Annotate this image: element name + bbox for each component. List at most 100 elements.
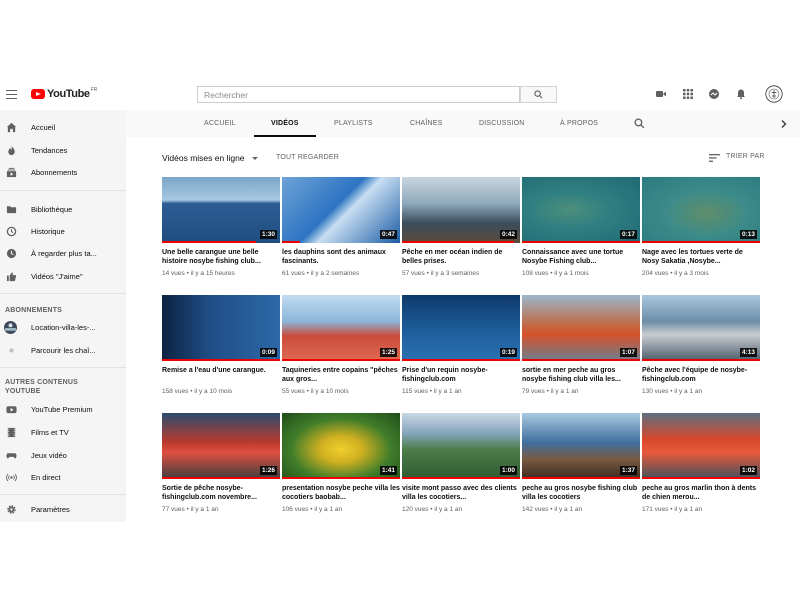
upload-age: il y a 15 heures	[190, 270, 235, 277]
video-title[interactable]: Pêche en mer océan indien de belles pris…	[402, 248, 520, 266]
upload-age: il y a 1 mois	[554, 270, 589, 277]
video-duration: 1:25	[379, 348, 397, 357]
messages-icon[interactable]	[708, 88, 720, 100]
video-title[interactable]: Connaissance avec une tortue Nosybe Fish…	[522, 248, 640, 266]
sort-by-button[interactable]: TRIER PAR	[726, 153, 765, 160]
tab-about[interactable]: À PROPOS	[560, 120, 598, 127]
sidebar-item-history[interactable]: Historique	[0, 222, 126, 242]
view-count: 14 vues	[162, 270, 185, 277]
apps-icon[interactable]	[682, 88, 694, 100]
video-thumbnail[interactable]: 0:09	[162, 295, 280, 361]
watch-progress-bar	[282, 241, 300, 243]
chevron-right-icon[interactable]	[781, 120, 787, 128]
youtube-logo[interactable]: YouTube FR	[31, 87, 98, 100]
gear-icon	[7, 505, 16, 514]
view-count: 115 vues	[402, 388, 428, 395]
sidebar-item-games[interactable]: Jeux vidéo	[0, 446, 126, 466]
sidebar-item-films-tv[interactable]: Films et TV	[0, 423, 126, 443]
tab-home[interactable]: ACCUEIL	[204, 120, 236, 127]
channel-main: ACCUEIL VIDÉOS PLAYLISTS CHAÎNES DISCUSS…	[126, 110, 800, 522]
sidebar-item-home[interactable]: Accueil	[0, 118, 126, 138]
sidebar-item-trending[interactable]: Tendances	[0, 141, 126, 161]
video-title[interactable]: les dauphins sont des animaux fascinants…	[282, 248, 400, 266]
video-thumbnail[interactable]: 4:13	[642, 295, 760, 361]
video-title[interactable]: Prise d'un requin nosybe-fishingclub.com	[402, 366, 520, 384]
video-title[interactable]: Sortie de pêche nosybe-fishingclub.com n…	[162, 484, 280, 502]
history-icon	[6, 226, 17, 237]
video-thumbnail[interactable]: 0:42	[402, 177, 520, 243]
home-icon	[6, 122, 17, 133]
video-duration: 1:30	[259, 230, 277, 239]
video-duration: 0:47	[379, 230, 397, 239]
sidebar-item-label: Abonnements	[31, 168, 78, 177]
view-count: 171 vues	[642, 506, 669, 513]
uploads-sort-dropdown[interactable]: Vidéos mises en ligne	[162, 153, 245, 163]
menu-icon[interactable]	[6, 90, 17, 99]
youtube-play-icon	[31, 89, 45, 99]
tab-videos[interactable]: VIDÉOS	[271, 120, 299, 127]
video-title[interactable]: visite mont passo avec des clients villa…	[402, 484, 520, 502]
sidebar-item-library[interactable]: Bibliothèque	[0, 200, 126, 220]
account-avatar[interactable]	[765, 85, 783, 103]
sidebar: Accueil Tendances Abonnements Bibliothèq…	[0, 110, 126, 522]
sidebar-item-subscriptions[interactable]: Abonnements	[0, 163, 126, 183]
watch-all-button[interactable]: TOUT REGARDER	[276, 154, 339, 161]
video-thumbnail[interactable]: 1:37	[522, 413, 640, 479]
video-title[interactable]: Nage avec les tortues verte de Nosy Saka…	[642, 248, 760, 266]
search-button[interactable]	[520, 86, 557, 103]
tab-playlists[interactable]: PLAYLISTS	[334, 120, 373, 127]
video-thumbnail[interactable]: 1:30	[162, 177, 280, 243]
video-title[interactable]: Pêche avec l'équipe de nosybe-fishingclu…	[642, 366, 760, 384]
video-thumbnail[interactable]: 1:00	[402, 413, 520, 479]
video-meta: 120 vues • il y a 1 an	[402, 506, 520, 513]
thumbs-up-icon	[6, 272, 17, 282]
upload-age: il y a 1 an	[674, 388, 703, 395]
video-meta: 106 vues • il y a 1 an	[282, 506, 400, 513]
video-duration: 1:02	[739, 466, 757, 475]
subscriptions-icon	[6, 167, 17, 178]
caret-down-icon[interactable]	[252, 157, 258, 160]
create-video-icon[interactable]	[655, 88, 667, 100]
video-thumbnail[interactable]: 0:19	[402, 295, 520, 361]
upload-age: il y a 1 an	[554, 506, 583, 513]
video-title[interactable]: Une belle carangue une belle histoire no…	[162, 248, 280, 266]
tab-channels[interactable]: CHAÎNES	[410, 120, 443, 127]
sidebar-item-settings[interactable]: Paramètres	[0, 500, 126, 520]
sidebar-item-label: À regarder plus ta...	[31, 249, 97, 258]
video-title[interactable]: Taquineries entre copains "pêches aux gr…	[282, 366, 400, 384]
video-thumbnail[interactable]: 0:13	[642, 177, 760, 243]
video-thumbnail[interactable]: 1:41	[282, 413, 400, 479]
channel-tabs: ACCUEIL VIDÉOS PLAYLISTS CHAÎNES DISCUSS…	[126, 110, 800, 137]
upload-age: il y a 3 semaines	[430, 270, 480, 277]
sort-icon[interactable]	[709, 153, 720, 163]
sidebar-item-youtube-premium[interactable]: YouTube Premium	[0, 400, 126, 420]
channel-search-icon[interactable]	[634, 118, 645, 129]
tab-discussion[interactable]: DISCUSSION	[479, 120, 525, 127]
notifications-bell-icon[interactable]	[735, 88, 747, 100]
sidebar-item-subscription-channel[interactable]: Location-villa-les-...	[0, 318, 126, 338]
video-title[interactable]: sortie en mer peche au gros nosybe fishi…	[522, 366, 640, 384]
video-thumbnail[interactable]: 1:07	[522, 295, 640, 361]
sidebar-item-watch-later[interactable]: À regarder plus ta...	[0, 244, 126, 264]
video-thumbnail[interactable]: 0:17	[522, 177, 640, 243]
upload-age: il y a 2 semaines	[310, 270, 360, 277]
video-thumbnail[interactable]: 0:47	[282, 177, 400, 243]
video-title[interactable]: peche au gros nosybe fishing club villa …	[522, 484, 640, 502]
video-duration: 1:41	[379, 466, 397, 475]
video-title[interactable]: presentation nosybe peche villa les coco…	[282, 484, 400, 502]
video-thumbnail[interactable]: 1:26	[162, 413, 280, 479]
video-thumbnail[interactable]: 1:02	[642, 413, 760, 479]
sidebar-item-live[interactable]: En direct	[0, 468, 126, 488]
video-thumbnail[interactable]: 1:25	[282, 295, 400, 361]
region-code: FR	[90, 87, 98, 93]
sidebar-item-label: Jeux vidéo	[31, 451, 67, 460]
video-meta: 130 vues • il y a 1 an	[642, 388, 760, 395]
sidebar-item-browse-channels[interactable]: Parcourir les chaî...	[0, 341, 126, 361]
video-duration: 0:17	[619, 230, 637, 239]
video-duration: 1:26	[259, 466, 277, 475]
video-title[interactable]: Remise a l'eau d'une carangue.	[162, 366, 280, 375]
video-title[interactable]: peche au gros marlin thon à dents de chi…	[642, 484, 760, 502]
search-input[interactable]: Rechercher	[197, 86, 520, 103]
video-meta: 77 vues • il y a 1 an	[162, 506, 280, 513]
sidebar-item-liked-videos[interactable]: Vidéos "J'aime"	[0, 267, 126, 287]
